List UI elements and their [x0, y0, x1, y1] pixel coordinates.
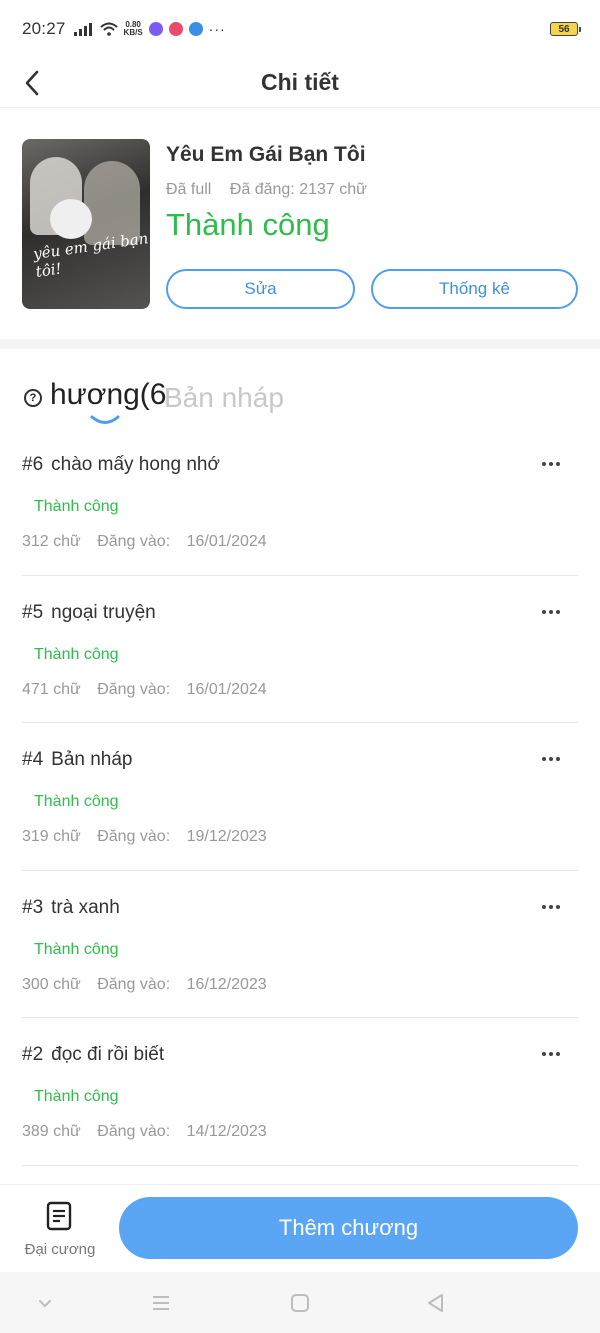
chapter-word-count: 300 chữ [22, 975, 81, 993]
back-triangle-icon[interactable] [425, 1292, 447, 1314]
document-list-icon [46, 1201, 72, 1231]
more-notifications-icon: ··· [208, 21, 226, 37]
status-time: 20:27 [22, 19, 66, 38]
list-item[interactable]: #4 Bản nháp Thành công 319 chữ Đăng vào: … [22, 723, 578, 871]
tab-drafts[interactable]: Bản nháp [164, 382, 284, 414]
chapter-status: Thành công [34, 645, 119, 663]
outline-label: Đại cương [24, 1241, 96, 1258]
book-info: yêu em gái bạn tôi! Yêu Em Gái Bạn Tôi Đ… [0, 109, 600, 339]
chapter-title: Bản nháp [51, 749, 133, 770]
more-options-icon[interactable] [536, 598, 566, 626]
chapter-status: Thành công [34, 793, 119, 810]
chevron-left-icon[interactable] [20, 66, 50, 100]
stats-button[interactable]: Thống kê [371, 269, 578, 309]
list-item[interactable]: #3 trà xanh Thành công 300 chữ Đăng vào: … [22, 871, 578, 1018]
tab-chapters[interactable]: hương(6 [50, 378, 166, 412]
messenger-icon [148, 22, 163, 36]
chapter-date: 16/01/2024 [186, 680, 267, 698]
book-full-status: Đã full [166, 181, 212, 198]
chapter-date: 14/12/2023 [186, 1123, 267, 1140]
chapter-word-count: 312 chữ [22, 533, 81, 550]
chapter-word-count: 471 chữ [22, 680, 81, 698]
more-options-icon[interactable] [536, 1040, 566, 1068]
home-icon[interactable] [289, 1292, 311, 1314]
list-item[interactable]: #5 ngoại truyện Thành công 471 chữ Đăng v… [22, 576, 578, 723]
signal-icon [73, 22, 92, 36]
chapter-posted-label: Đăng vào: [97, 828, 171, 845]
chevron-down-icon[interactable] [34, 1292, 56, 1314]
wifi-icon [99, 22, 118, 36]
book-status: Thành công [166, 207, 330, 242]
chapter-tabs: ? hương(6 Bản nháp [22, 378, 292, 432]
battery-icon: 56 [550, 22, 581, 36]
status-bar: 20:27 0.80 KB/S ··· 56 [0, 0, 600, 58]
chapter-posted-label: Đăng vào: [97, 1123, 171, 1140]
chapter-number: #6 [22, 454, 44, 475]
chapter-posted-label: Đăng vào: [97, 680, 171, 698]
book-title: Yêu Em Gái Bạn Tôi [166, 143, 366, 166]
chapter-posted-label: Đăng vào: [97, 975, 171, 993]
tab-active-indicator [90, 415, 120, 424]
cover-text: yêu em gái bạn tôi! [32, 229, 150, 281]
chapter-date: 16/12/2023 [186, 975, 267, 993]
add-chapter-button[interactable]: Thêm chương [119, 1197, 578, 1259]
chapter-number: #2 [22, 1044, 44, 1065]
chapter-number: #4 [22, 749, 44, 770]
book-word-count: Đã đăng: 2137 chữ [229, 181, 367, 198]
more-options-icon[interactable] [536, 450, 566, 478]
bottom-action-bar: Đại cương Thêm chương [0, 1184, 600, 1272]
chapter-posted-label: Đăng vào: [97, 533, 171, 550]
chapter-date: 16/01/2024 [186, 533, 267, 550]
question-circle-icon[interactable]: ? [24, 389, 42, 407]
app-star-icon [168, 22, 183, 36]
more-options-icon[interactable] [536, 745, 566, 773]
chapter-date: 19/12/2023 [186, 828, 267, 845]
chapter-word-count: 319 chữ [22, 828, 81, 845]
section-divider [0, 339, 600, 349]
chapter-number: #5 [22, 601, 44, 623]
chapter-title: trà xanh [51, 896, 120, 918]
chapter-word-count: 389 chữ [22, 1123, 81, 1140]
chapter-number: #3 [22, 896, 44, 918]
chapter-title: đọc đi rồi biết [51, 1044, 165, 1065]
chapter-status: Thành công [34, 1088, 119, 1105]
list-item[interactable]: #6 chào mấy hong nhớ Thành công 312 chữ Đ… [22, 428, 578, 576]
app-notification-icon [188, 22, 203, 36]
list-item[interactable]: #2 đọc đi rồi biết Thành công 389 chữ Đăn… [22, 1018, 578, 1166]
book-meta: Đã full Đã đăng: 2137 chữ [166, 181, 367, 199]
chapter-status: Thành công [34, 940, 119, 958]
system-nav-bar [0, 1272, 600, 1333]
top-header: Chi tiết [0, 58, 600, 108]
book-cover[interactable]: yêu em gái bạn tôi! [22, 139, 150, 309]
outline-button[interactable]: Đại cương [18, 1199, 102, 1259]
menu-icon[interactable] [150, 1292, 172, 1314]
edit-button[interactable]: Sửa [166, 269, 355, 309]
chapter-status: Thành công [34, 498, 119, 515]
chapter-title: chào mấy hong nhớ [51, 454, 220, 475]
network-speed: 0.80 KB/S [123, 20, 143, 37]
page-title: Chi tiết [261, 69, 339, 95]
chapter-title: ngoại truyện [51, 601, 156, 623]
more-options-icon[interactable] [536, 893, 566, 921]
chapter-list: #6 chào mấy hong nhớ Thành công 312 chữ Đ… [22, 428, 578, 1166]
